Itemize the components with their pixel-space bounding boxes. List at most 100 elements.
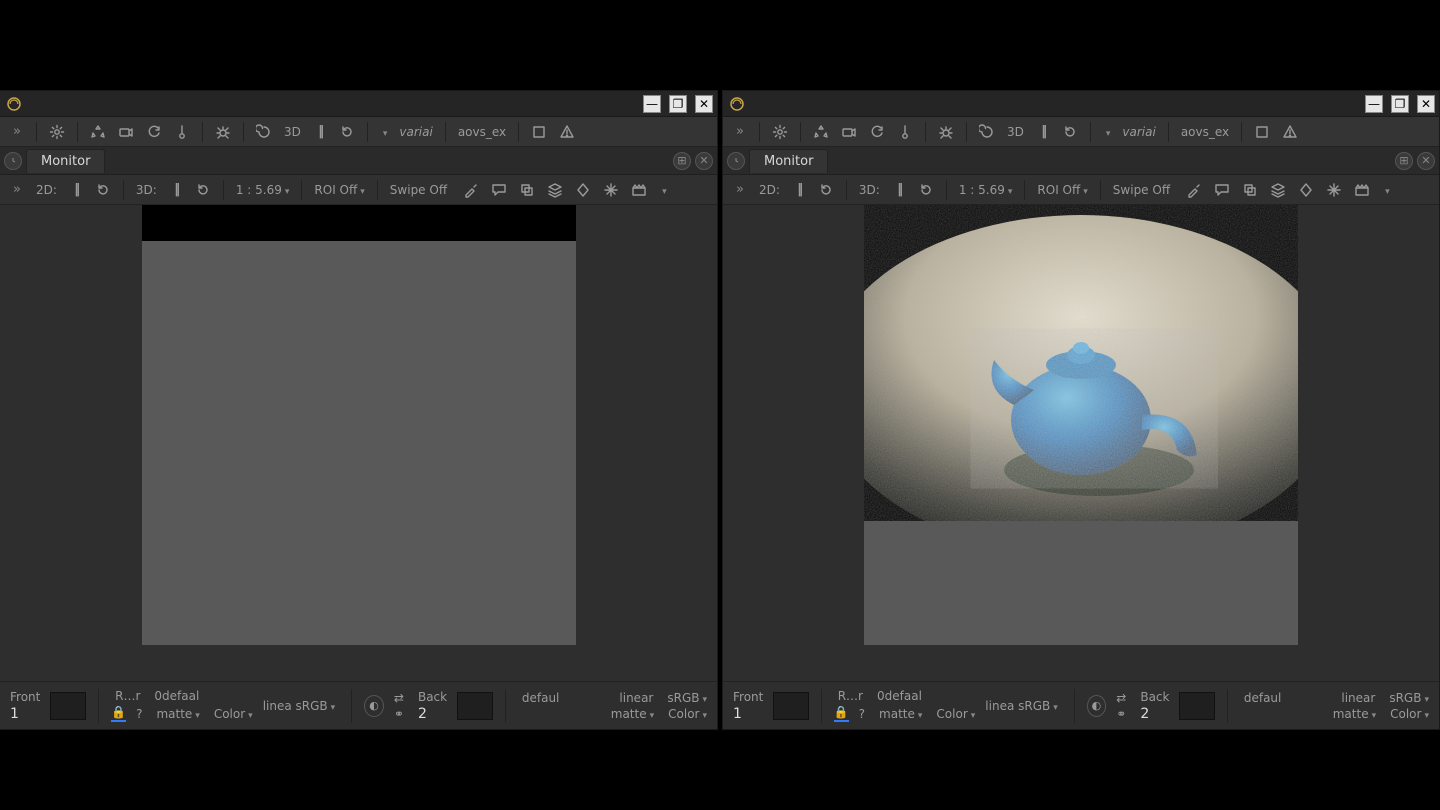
spiral-icon[interactable] xyxy=(252,121,276,143)
comment-icon[interactable] xyxy=(1210,179,1234,201)
tab-history-button[interactable] xyxy=(4,152,22,170)
tab-close-button[interactable]: ✕ xyxy=(695,152,713,170)
tab-add-button[interactable]: ⊞ xyxy=(673,152,691,170)
pause-3d-button[interactable]: || xyxy=(1032,121,1054,143)
recycle-icon[interactable] xyxy=(809,121,833,143)
copy-icon[interactable] xyxy=(515,179,539,201)
refresh-small-icon[interactable] xyxy=(1058,121,1082,143)
color-dropdown-1[interactable]: Color xyxy=(932,707,979,721)
eyedropper-icon[interactable] xyxy=(459,179,483,201)
roi-dropdown[interactable]: ROI Off xyxy=(1033,183,1091,197)
pause-3d-button-2[interactable]: || xyxy=(165,179,187,201)
warning-icon[interactable] xyxy=(1278,121,1302,143)
srgb2-dropdown[interactable]: sRGB xyxy=(663,691,711,705)
tab-history-button[interactable] xyxy=(727,152,745,170)
overflow-chevron[interactable]: » xyxy=(6,121,28,143)
pause-2d-button[interactable]: || xyxy=(65,179,87,201)
camera-icon[interactable] xyxy=(837,121,861,143)
window-maximize-button[interactable]: ❐ xyxy=(669,95,687,113)
camera-icon[interactable] xyxy=(114,121,138,143)
lock-icon[interactable]: 🔒 xyxy=(834,705,849,722)
pause-2d-button[interactable]: || xyxy=(788,179,810,201)
recycle-icon[interactable] xyxy=(86,121,110,143)
copy-icon[interactable] xyxy=(1238,179,1262,201)
back-swatch[interactable] xyxy=(1179,692,1214,720)
yin-yang-icon[interactable]: ◐ xyxy=(364,695,384,717)
clapper-icon[interactable] xyxy=(627,179,651,201)
color-dropdown-2[interactable]: Color xyxy=(1386,707,1433,721)
overflow-chevron-2[interactable]: » xyxy=(6,179,28,201)
refresh-2d-icon[interactable] xyxy=(814,179,838,201)
variant-dropdown[interactable]: variai xyxy=(395,125,436,139)
diamond-icon[interactable] xyxy=(571,179,595,201)
refresh-3d-icon[interactable] xyxy=(914,179,938,201)
tab-monitor[interactable]: Monitor xyxy=(26,149,105,173)
window-close-button[interactable]: ✕ xyxy=(695,95,713,113)
layers-icon[interactable] xyxy=(543,179,567,201)
temperature-icon[interactable] xyxy=(893,121,917,143)
refresh-icon[interactable] xyxy=(142,121,166,143)
linear-srgb-dropdown-1[interactable]: linea sRGB xyxy=(259,699,339,713)
color-dropdown-2[interactable]: Color xyxy=(664,707,711,721)
clapper-dropdown[interactable] xyxy=(655,183,671,197)
sparkle-icon[interactable] xyxy=(599,179,623,201)
warning-icon[interactable] xyxy=(555,121,579,143)
matte-dropdown-2[interactable]: matte xyxy=(607,707,658,721)
window-close-button[interactable]: ✕ xyxy=(1417,95,1435,113)
comment-icon[interactable] xyxy=(487,179,511,201)
front-swatch[interactable] xyxy=(50,692,86,720)
settings-icon[interactable] xyxy=(768,121,792,143)
link-icon[interactable]: ⚭ xyxy=(390,707,408,721)
lock-icon[interactable]: 🔒 xyxy=(111,705,126,722)
roi-dropdown[interactable]: ROI Off xyxy=(310,183,368,197)
overflow-chevron[interactable]: » xyxy=(729,121,751,143)
temperature-icon[interactable] xyxy=(170,121,194,143)
window-maximize-button[interactable]: ❐ xyxy=(1391,95,1409,113)
render-viewport[interactable] xyxy=(0,205,717,681)
srgb2-dropdown[interactable]: sRGB xyxy=(1385,691,1433,705)
aovs-dropdown[interactable]: aovs_ex xyxy=(1177,125,1233,139)
settings-icon[interactable] xyxy=(45,121,69,143)
frame-icon[interactable] xyxy=(1250,121,1274,143)
swap-icon[interactable]: ⇄ xyxy=(390,691,408,705)
yin-yang-icon[interactable]: ◐ xyxy=(1087,695,1107,717)
window-minimize-button[interactable]: — xyxy=(643,95,661,113)
color-dropdown-1[interactable]: Color xyxy=(210,707,257,721)
overflow-chevron-2[interactable]: » xyxy=(729,179,751,201)
linear-srgb-dropdown-1[interactable]: linea sRGB xyxy=(981,699,1061,713)
link-icon[interactable]: ⚭ xyxy=(1112,707,1130,721)
tab-monitor[interactable]: Monitor xyxy=(749,149,828,173)
dropdown-caret[interactable] xyxy=(1099,125,1115,139)
pause-3d-button-2[interactable]: || xyxy=(888,179,910,201)
bug-icon[interactable] xyxy=(211,121,235,143)
aovs-dropdown[interactable]: aovs_ex xyxy=(454,125,510,139)
matte-dropdown-2[interactable]: matte xyxy=(1329,707,1380,721)
clapper-icon[interactable] xyxy=(1350,179,1374,201)
dropdown-caret[interactable] xyxy=(376,125,392,139)
diamond-icon[interactable] xyxy=(1294,179,1318,201)
window-minimize-button[interactable]: — xyxy=(1365,95,1383,113)
pause-3d-button[interactable]: || xyxy=(309,121,331,143)
clapper-dropdown[interactable] xyxy=(1378,183,1394,197)
sparkle-icon[interactable] xyxy=(1322,179,1346,201)
layers-icon[interactable] xyxy=(1266,179,1290,201)
refresh-icon[interactable] xyxy=(865,121,889,143)
refresh-3d-icon[interactable] xyxy=(191,179,215,201)
render-viewport[interactable] xyxy=(723,205,1439,681)
refresh-2d-icon[interactable] xyxy=(91,179,115,201)
frame-icon[interactable] xyxy=(527,121,551,143)
matte-dropdown-1[interactable]: matte xyxy=(152,707,203,721)
swipe-toggle[interactable]: Swipe Off xyxy=(1109,183,1174,197)
zoom-ratio-dropdown[interactable]: 1 : 5.69 xyxy=(955,183,1017,197)
zoom-ratio-dropdown[interactable]: 1 : 5.69 xyxy=(232,183,294,197)
swap-icon[interactable]: ⇄ xyxy=(1112,691,1130,705)
matte-dropdown-1[interactable]: matte xyxy=(875,707,926,721)
tab-add-button[interactable]: ⊞ xyxy=(1395,152,1413,170)
tab-close-button[interactable]: ✕ xyxy=(1417,152,1435,170)
swipe-toggle[interactable]: Swipe Off xyxy=(386,183,451,197)
front-swatch[interactable] xyxy=(773,692,808,720)
variant-dropdown[interactable]: variai xyxy=(1118,125,1159,139)
bug-icon[interactable] xyxy=(934,121,958,143)
refresh-small-icon[interactable] xyxy=(335,121,359,143)
back-swatch[interactable] xyxy=(457,692,493,720)
